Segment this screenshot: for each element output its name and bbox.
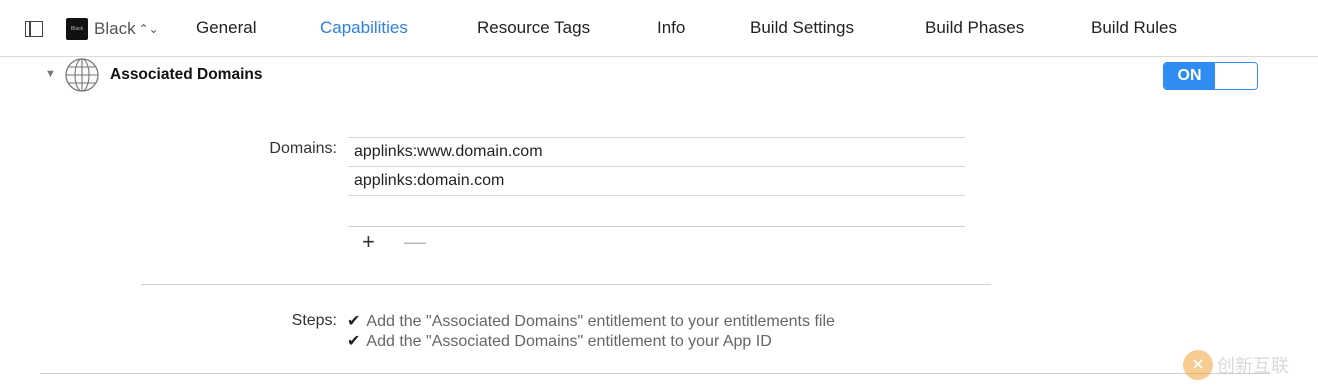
switch-on-label: ON [1164, 63, 1215, 89]
capability-toggle-switch[interactable]: ON [1163, 62, 1258, 90]
watermark-logo-icon: ✕ [1183, 350, 1213, 380]
bottom-divider [40, 373, 1270, 374]
domains-list: applinks:www.domain.com applinks:domain.… [348, 137, 965, 228]
disclosure-triangle-icon[interactable]: ▼ [45, 68, 56, 80]
globe-icon [65, 58, 99, 92]
target-app-icon: Black [66, 18, 88, 40]
tab-info[interactable]: Info [657, 18, 685, 38]
step-item: ✔ Add the "Associated Domains" entitlemen… [347, 332, 835, 352]
section-title: Associated Domains [110, 66, 263, 83]
target-selector[interactable]: Black Black ⌃⌄ [66, 18, 159, 40]
step-text: Add the "Associated Domains" entitlement… [366, 333, 772, 350]
tab-build-phases[interactable]: Build Phases [925, 18, 1024, 38]
tab-capabilities[interactable]: Capabilities [320, 18, 408, 38]
domains-label: Domains: [269, 140, 337, 157]
step-item: ✔ Add the "Associated Domains" entitlemen… [347, 312, 835, 332]
switch-knob [1215, 63, 1257, 89]
domains-list-bottom-border [348, 226, 965, 228]
step-text: Add the "Associated Domains" entitlement… [366, 313, 835, 330]
checkmark-icon: ✔ [347, 333, 361, 350]
domain-entry[interactable]: applinks:domain.com [348, 166, 965, 195]
chevron-updown-icon: ⌃⌄ [138, 22, 159, 36]
steps-label: Steps: [291, 312, 337, 329]
tab-build-settings[interactable]: Build Settings [750, 18, 854, 38]
checkmark-icon: ✔ [347, 313, 361, 330]
target-name: Black [94, 19, 136, 38]
steps-list: ✔ Add the "Associated Domains" entitlemen… [347, 312, 835, 352]
empty-domain-row[interactable] [348, 195, 965, 226]
add-domain-button[interactable]: + [362, 229, 375, 255]
tab-general[interactable]: General [196, 18, 256, 38]
watermark-text: 创新互联 [1217, 356, 1289, 376]
tab-build-rules[interactable]: Build Rules [1091, 18, 1177, 38]
remove-domain-button[interactable]: — [404, 229, 426, 255]
sidebar-toggle-icon[interactable] [25, 21, 43, 37]
watermark: ✕ 创新互联 [1183, 350, 1289, 380]
section-divider [141, 284, 991, 285]
domain-entry[interactable]: applinks:www.domain.com [348, 137, 965, 166]
editor-toolbar: Black Black ⌃⌄ General Capabilities Reso… [0, 0, 1318, 57]
tab-resource-tags[interactable]: Resource Tags [477, 18, 590, 38]
